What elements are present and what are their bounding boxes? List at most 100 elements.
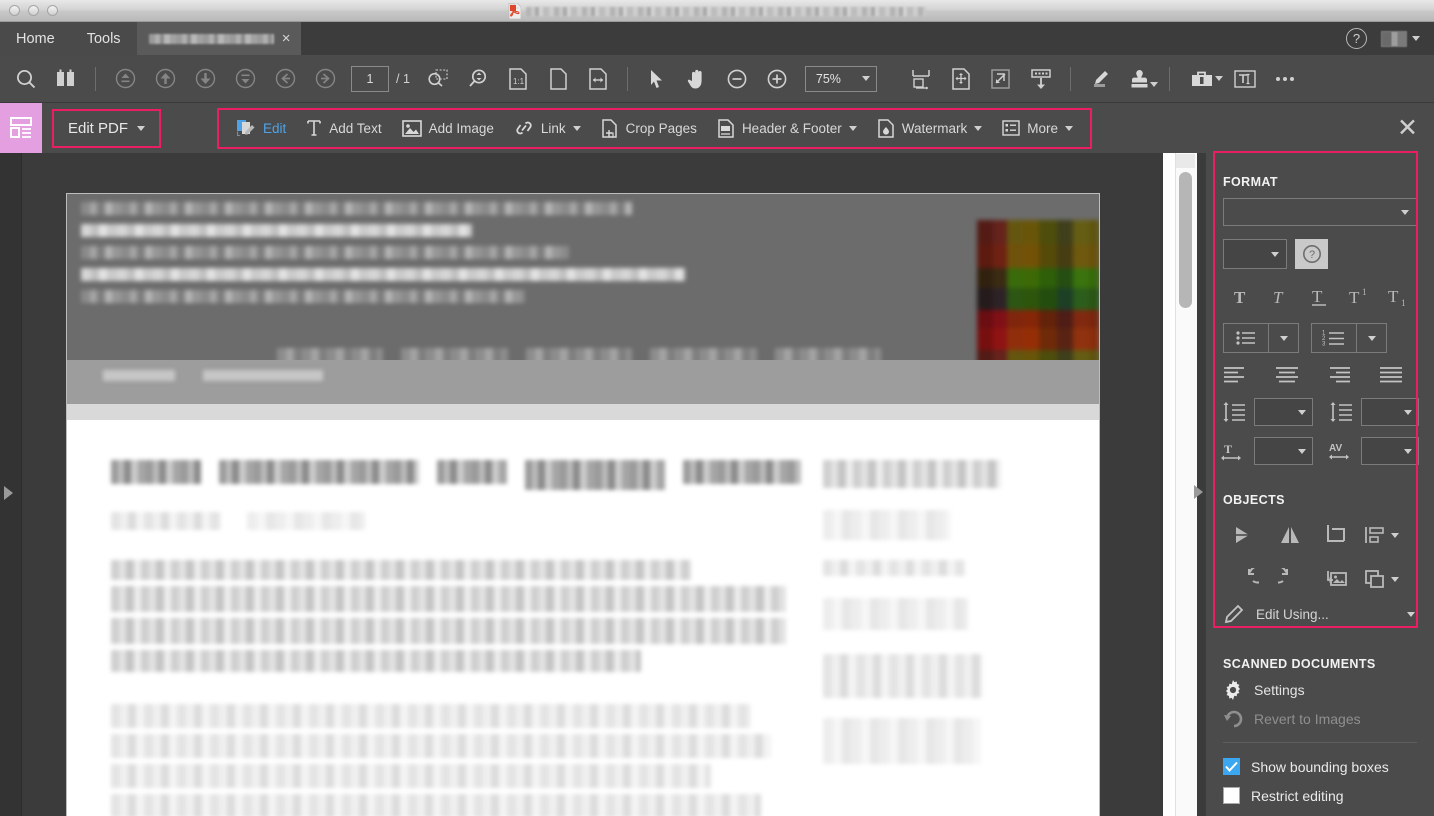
menu-item-tools[interactable]: Tools [70, 22, 137, 55]
show-bounding-boxes-checkbox[interactable]: Show bounding boxes [1223, 758, 1417, 775]
download-icon[interactable] [1021, 59, 1061, 99]
numbered-list-button[interactable]: 123 [1311, 323, 1387, 353]
actual-size-icon[interactable]: 1:1 [498, 59, 538, 99]
subtool-header-footer[interactable]: Header & Footer [708, 114, 866, 143]
tool-title-button[interactable]: Edit PDF [52, 108, 162, 148]
document-header-rule [67, 404, 1099, 420]
bullet-list-button[interactable] [1223, 323, 1299, 353]
bold-icon[interactable]: T [1223, 282, 1262, 310]
close-icon[interactable]: × [282, 31, 291, 46]
document-paragraph-line [111, 560, 691, 580]
loupe-zoom-icon[interactable] [458, 59, 498, 99]
align-right-icon[interactable] [1327, 366, 1353, 384]
first-page-icon[interactable] [105, 59, 145, 99]
previous-view-icon[interactable] [265, 59, 305, 99]
view-mode-button[interactable] [1381, 30, 1420, 47]
more-tools-icon[interactable] [1265, 59, 1305, 99]
align-objects-icon[interactable] [1358, 516, 1403, 554]
previous-page-icon[interactable] [145, 59, 185, 99]
subtool-add-text[interactable]: Add Text [297, 114, 390, 142]
document-paragraph-line [111, 650, 641, 672]
svg-text:T: T [1312, 287, 1323, 306]
link-icon [514, 119, 534, 137]
select-tool-icon[interactable] [637, 59, 677, 99]
expand-right-panel-icon[interactable] [1194, 485, 1203, 499]
fit-width-icon[interactable] [578, 59, 618, 99]
last-page-icon[interactable] [225, 59, 265, 99]
zoom-in-icon[interactable] [757, 59, 797, 99]
caret-down-icon[interactable] [1268, 324, 1298, 352]
text-box-icon[interactable] [1225, 59, 1265, 99]
subtool-more[interactable]: More [993, 115, 1082, 141]
highlight-icon[interactable] [1080, 59, 1120, 99]
spacing-row-1 [1221, 398, 1419, 426]
line-spacing-select[interactable] [1254, 398, 1313, 426]
subtool-watermark[interactable]: Watermark [868, 114, 992, 143]
caret-down-icon[interactable] [1356, 324, 1386, 352]
subtool-add-image[interactable]: Add Image [393, 115, 503, 142]
italic-icon[interactable]: T [1262, 282, 1301, 310]
document-viewport[interactable] [22, 153, 1163, 816]
zoom-out-icon[interactable] [717, 59, 757, 99]
subtool-crop-pages[interactable]: Crop Pages [592, 114, 706, 143]
full-screen-icon[interactable] [981, 59, 1021, 99]
pane-toggle-icon[interactable] [46, 59, 86, 99]
document-sidebar-line [823, 718, 981, 764]
character-spacing-select[interactable] [1360, 437, 1419, 465]
scanned-settings-item[interactable]: Settings [1223, 680, 1417, 700]
help-icon[interactable]: ? [1346, 28, 1367, 49]
caret-down-icon [1297, 409, 1306, 415]
pdf-page[interactable] [67, 194, 1099, 816]
page-number-input[interactable]: 1 [351, 65, 389, 92]
rotate-counterclockwise-icon[interactable] [1223, 560, 1268, 598]
layout-panel-icon[interactable] [0, 103, 42, 153]
subtool-edit[interactable]: L Edit [227, 114, 295, 143]
page-thumbnails-icon[interactable] [901, 59, 941, 99]
flip-horizontal-icon[interactable] [1223, 516, 1268, 554]
format-section-title: FORMAT [1223, 175, 1278, 189]
replace-image-icon[interactable] [1313, 560, 1358, 598]
crop-image-icon[interactable] [1313, 516, 1358, 554]
arrange-objects-icon[interactable] [1358, 560, 1403, 598]
main-toolbar: 1 / 1 1:1 75% [0, 55, 1434, 103]
menu-item-home[interactable]: Home [0, 22, 71, 55]
question-mark-icon[interactable]: ? [1295, 239, 1328, 269]
subtool-label: Add Text [329, 120, 382, 136]
toolset-icon[interactable] [1179, 59, 1225, 99]
document-paragraph-line [111, 794, 761, 816]
rotate-clockwise-icon[interactable] [1268, 560, 1313, 598]
horizontal-scale-select[interactable] [1254, 437, 1313, 465]
subscript-icon[interactable]: T1 [1378, 282, 1417, 310]
next-page-icon[interactable] [185, 59, 225, 99]
font-size-select[interactable] [1223, 239, 1287, 269]
hand-tool-icon[interactable] [677, 59, 717, 99]
document-tab[interactable]: × [136, 22, 301, 55]
align-center-icon[interactable] [1275, 366, 1301, 384]
underline-icon[interactable]: T [1301, 282, 1340, 310]
align-left-icon[interactable] [1223, 366, 1249, 384]
window-title-text [526, 6, 926, 16]
next-view-icon[interactable] [305, 59, 345, 99]
flip-vertical-icon[interactable] [1268, 516, 1313, 554]
paragraph-spacing-select[interactable] [1360, 398, 1419, 426]
search-icon[interactable] [6, 59, 46, 99]
svg-text:L: L [237, 132, 241, 138]
organize-pages-icon[interactable] [941, 59, 981, 99]
edit-using-button[interactable]: Edit Using... [1223, 604, 1417, 624]
close-tool-icon[interactable]: ✕ [1397, 115, 1418, 141]
zoom-level-select[interactable]: 75% [804, 65, 877, 92]
menu-bar-right: ? [1346, 22, 1434, 55]
restrict-editing-checkbox[interactable]: Restrict editing [1223, 787, 1417, 804]
expand-navigation-pane-icon[interactable] [4, 486, 13, 500]
subtool-link[interactable]: Link [505, 114, 590, 142]
vertical-scrollbar-thumb[interactable] [1179, 172, 1192, 308]
superscript-icon[interactable]: T1 [1339, 282, 1378, 310]
edit-using-label: Edit Using... [1256, 606, 1329, 622]
document-paragraph-line [111, 704, 751, 728]
align-justify-icon[interactable] [1379, 366, 1405, 384]
fit-page-icon[interactable] [538, 59, 578, 99]
marquee-zoom-icon[interactable] [418, 59, 458, 99]
alignment-button-row [1223, 366, 1417, 384]
stamp-icon[interactable] [1120, 59, 1160, 99]
font-family-select[interactable] [1223, 198, 1417, 226]
